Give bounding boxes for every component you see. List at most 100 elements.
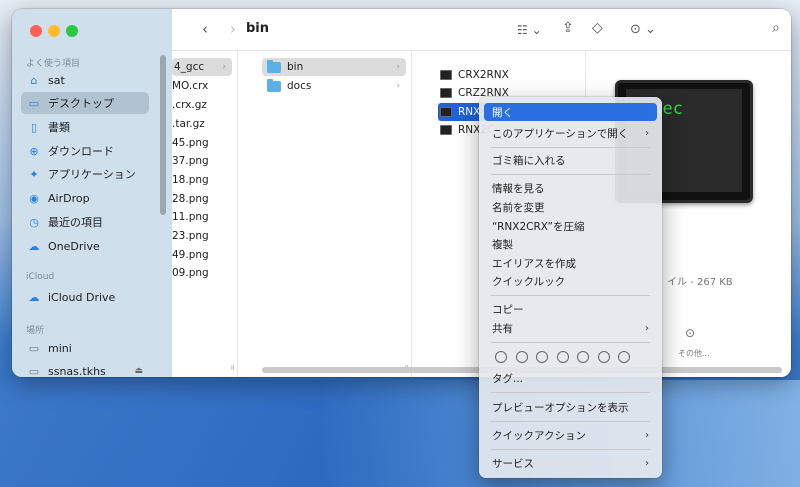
tag-color-dot[interactable] (516, 351, 528, 363)
tag-color-dot[interactable] (536, 351, 548, 363)
tag-color-dot[interactable] (557, 351, 569, 363)
list-item[interactable]: 23.png (172, 227, 209, 245)
more-label: その他... (678, 349, 710, 358)
sidebar-item-icloud-drive[interactable]: ☁ iCloud Drive (21, 286, 149, 308)
chevron-right-icon: › (645, 322, 649, 334)
sidebar-item-label: iCloud Drive (48, 290, 116, 304)
sidebar-item-label: mini (48, 341, 72, 355)
list-item-label: .crx.gz (172, 99, 207, 111)
list-item[interactable]: 49.png (172, 246, 209, 264)
menu-item-make-alias[interactable]: エイリアスを作成 (484, 254, 657, 272)
tag-color-dot[interactable] (598, 351, 610, 363)
list-item[interactable]: 18.png (172, 171, 209, 189)
list-item[interactable]: 45.png (172, 134, 209, 152)
menu-item-quick-actions[interactable]: クイックアクション › (484, 426, 657, 444)
list-item-label: 45.png (172, 137, 209, 149)
chevron-right-icon: › (645, 457, 649, 469)
sidebar-item-ssnas[interactable]: ▭ ssnas.tkhs ⏏ (21, 360, 149, 378)
menu-item-label: このアプリケーションで開く (492, 127, 629, 140)
menu-item-open[interactable]: 開く (484, 103, 657, 121)
sidebar-item-label: アプリケーション (48, 168, 136, 181)
list-item-label: 11.png (172, 211, 209, 223)
menu-item-share[interactable]: 共有 › (484, 319, 657, 337)
menu-item-open-with[interactable]: このアプリケーションで開く › (484, 124, 657, 142)
chevron-right-icon: › (645, 127, 649, 139)
menu-item-rename[interactable]: 名前を変更 (484, 198, 657, 216)
tag-icon[interactable]: ◇ (592, 20, 603, 36)
menu-item-quick-look[interactable]: クイックルック (484, 272, 657, 290)
sidebar-item-mini[interactable]: ▭ mini (21, 337, 149, 359)
tag-color-dot[interactable] (495, 351, 507, 363)
list-item-label: 4_gcc (174, 61, 205, 73)
list-item[interactable]: 09.png (172, 264, 209, 282)
menu-separator (491, 174, 650, 175)
home-icon: ⌂ (30, 73, 38, 87)
finder-window: よく使う項目 ⌂ sat ▭ デスクトップ ▯ 書類 ⊕ ダウンロード ✦ アプ… (12, 9, 791, 377)
share-icon[interactable]: ⇪ (562, 20, 574, 36)
sidebar-item-label: sat (48, 73, 65, 87)
list-item[interactable]: bin › (262, 58, 406, 76)
menu-item-label: サービス (492, 457, 534, 470)
search-icon[interactable]: ⌕ (772, 20, 780, 36)
menu-item-tags[interactable]: タグ... (484, 369, 657, 387)
list-item[interactable]: 37.png (172, 152, 209, 170)
folder-icon (267, 59, 281, 73)
menu-item-trash[interactable]: ゴミ箱に入れる (484, 151, 657, 169)
menu-separator (491, 392, 650, 393)
list-item-label: CRX2RNX (458, 69, 509, 81)
list-item[interactable]: CRX2RNX (438, 66, 578, 84)
icloud-icon: ☁ (28, 290, 40, 304)
sidebar-scrollbar[interactable] (160, 55, 166, 215)
list-item[interactable]: 28.png (172, 190, 209, 208)
list-item-label: docs (287, 80, 312, 92)
list-item[interactable]: 4_gcc › (172, 58, 232, 76)
menu-item-label: エイリアスを作成 (492, 257, 576, 270)
sidebar-item-downloads[interactable]: ⊕ ダウンロード (21, 140, 149, 162)
eject-icon[interactable]: ⏏ (134, 366, 143, 376)
list-item-label: 49.png (172, 249, 209, 261)
list-item[interactable]: 11.png (172, 208, 209, 226)
menu-item-preview-options[interactable]: プレビューオプションを表示 (484, 398, 657, 416)
close-window-button[interactable] (30, 25, 42, 37)
executable-icon (440, 88, 452, 98)
sidebar-item-desktop[interactable]: ▭ デスクトップ (21, 92, 149, 114)
sidebar-item-recents[interactable]: ◷ 最近の項目 (21, 211, 149, 233)
view-options-icon[interactable]: ☷ ⌄ (517, 23, 542, 37)
chevron-right-icon: › (396, 62, 400, 72)
menu-separator (491, 421, 650, 422)
list-item[interactable]: .tar.gz (172, 115, 205, 133)
list-item[interactable]: .crx.gz (172, 96, 207, 114)
chevron-right-icon: › (645, 429, 649, 441)
menu-item-label: クイックアクション (492, 429, 586, 442)
minimize-window-button[interactable] (48, 25, 60, 37)
sidebar-item-sat[interactable]: ⌂ sat (21, 69, 149, 91)
sidebar-item-airdrop[interactable]: ◉ AirDrop (21, 187, 149, 209)
menu-item-label: コピー (492, 303, 524, 316)
menu-item-get-info[interactable]: 情報を見る (484, 179, 657, 197)
tag-color-dot[interactable] (618, 351, 630, 363)
toolbar: ‹ › bin ☷ ⌄ ⇪ ◇ ⊙ ⌄ ⌕ (172, 9, 791, 51)
sidebar-item-documents[interactable]: ▯ 書類 (21, 116, 149, 138)
download-icon: ⊕ (29, 144, 39, 158)
column-resize-handle[interactable]: ॥ (230, 362, 235, 373)
menu-item-copy[interactable]: コピー (484, 300, 657, 318)
menu-item-label: 複製 (492, 238, 513, 251)
tag-color-dot[interactable] (577, 351, 589, 363)
cloud-icon: ☁ (28, 239, 40, 253)
list-item[interactable]: MO.crx (172, 77, 208, 95)
sidebar-item-onedrive[interactable]: ☁ OneDrive (21, 235, 149, 257)
list-item[interactable]: docs › (262, 77, 406, 95)
menu-item-duplicate[interactable]: 複製 (484, 235, 657, 253)
sidebar-item-applications[interactable]: ✦ アプリケーション (21, 163, 149, 185)
menu-item-compress[interactable]: “RNX2CRX”を圧縮 (484, 217, 657, 235)
menu-item-label: クイックルック (492, 275, 566, 288)
more-icon[interactable]: ⊙ (685, 326, 695, 340)
sidebar-section-icloud: iCloud (26, 272, 55, 282)
menu-item-services[interactable]: サービス › (484, 454, 657, 472)
more-actions-icon[interactable]: ⊙ ⌄ (630, 22, 656, 37)
back-button[interactable]: ‹ (202, 20, 208, 38)
sidebar-item-label: AirDrop (48, 191, 90, 205)
desktop-icon: ▭ (28, 96, 40, 110)
forward-button[interactable]: › (230, 20, 236, 38)
zoom-window-button[interactable] (66, 25, 78, 37)
